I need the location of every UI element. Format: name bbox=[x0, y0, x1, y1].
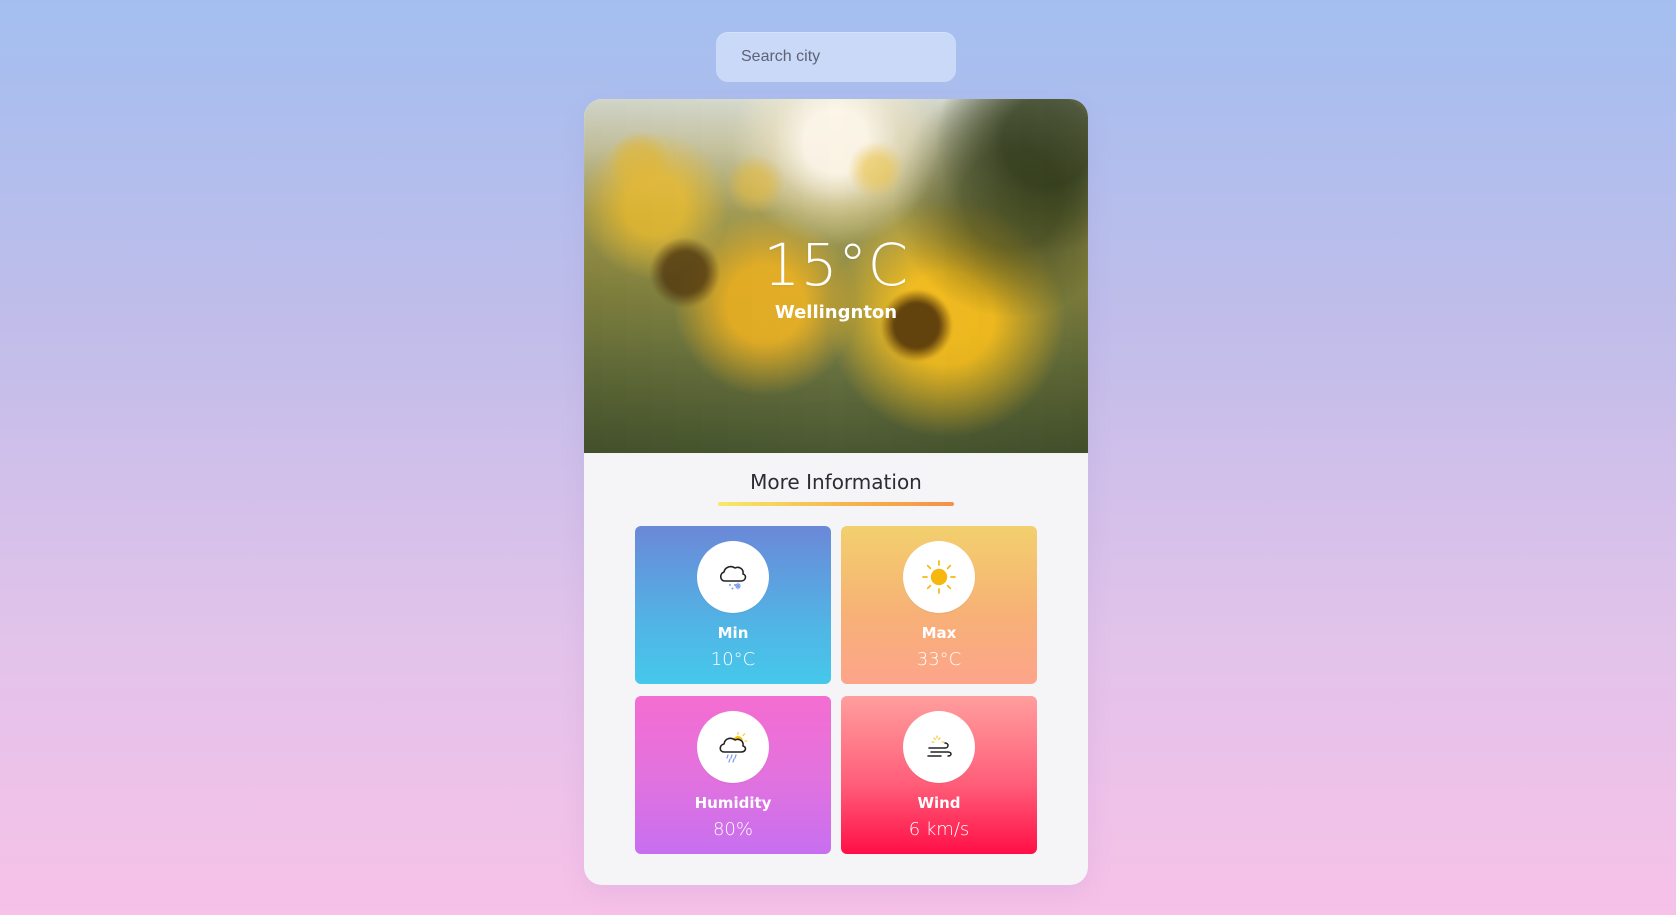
cloud-rain-sun-icon bbox=[697, 711, 769, 783]
wind-label: Wind bbox=[917, 794, 961, 812]
humidity-value: 80% bbox=[712, 819, 753, 840]
humidity-tile: Humidity 80% bbox=[635, 696, 831, 854]
hero-image: 15°C Wellingnton bbox=[584, 99, 1088, 453]
cloud-snow-icon-svg bbox=[719, 565, 747, 590]
min-temp-tile: Min 10°C bbox=[635, 526, 831, 684]
wind-value: 6 km/s bbox=[908, 819, 970, 840]
sun-icon bbox=[903, 541, 975, 613]
wind-icon-svg bbox=[927, 735, 952, 757]
weather-info-grid: Min 10°C Max 33°C Humidity 80% Wind 6 km… bbox=[635, 526, 1038, 854]
sun-icon-svg bbox=[922, 560, 956, 594]
title-underline bbox=[718, 502, 954, 506]
weather-card: 15°C Wellingnton More Information Min 10… bbox=[584, 99, 1088, 885]
max-temp-tile: Max 33°C bbox=[841, 526, 1037, 684]
wind-tile: Wind 6 km/s bbox=[841, 696, 1037, 854]
min-value: 10°C bbox=[710, 649, 756, 670]
min-label: Min bbox=[717, 624, 749, 642]
humidity-label: Humidity bbox=[694, 794, 772, 812]
more-information-title: More Information bbox=[750, 470, 922, 494]
current-temperature: 15°C bbox=[763, 231, 909, 299]
search-box[interactable] bbox=[716, 32, 956, 82]
city-name: Wellingnton bbox=[774, 302, 898, 323]
search-input[interactable] bbox=[716, 32, 956, 82]
cloud-snow-icon bbox=[697, 541, 769, 613]
max-value: 33°C bbox=[916, 649, 962, 670]
max-label: Max bbox=[921, 624, 957, 642]
wind-icon bbox=[903, 711, 975, 783]
cloud-rain-sun-icon-svg bbox=[719, 731, 748, 763]
